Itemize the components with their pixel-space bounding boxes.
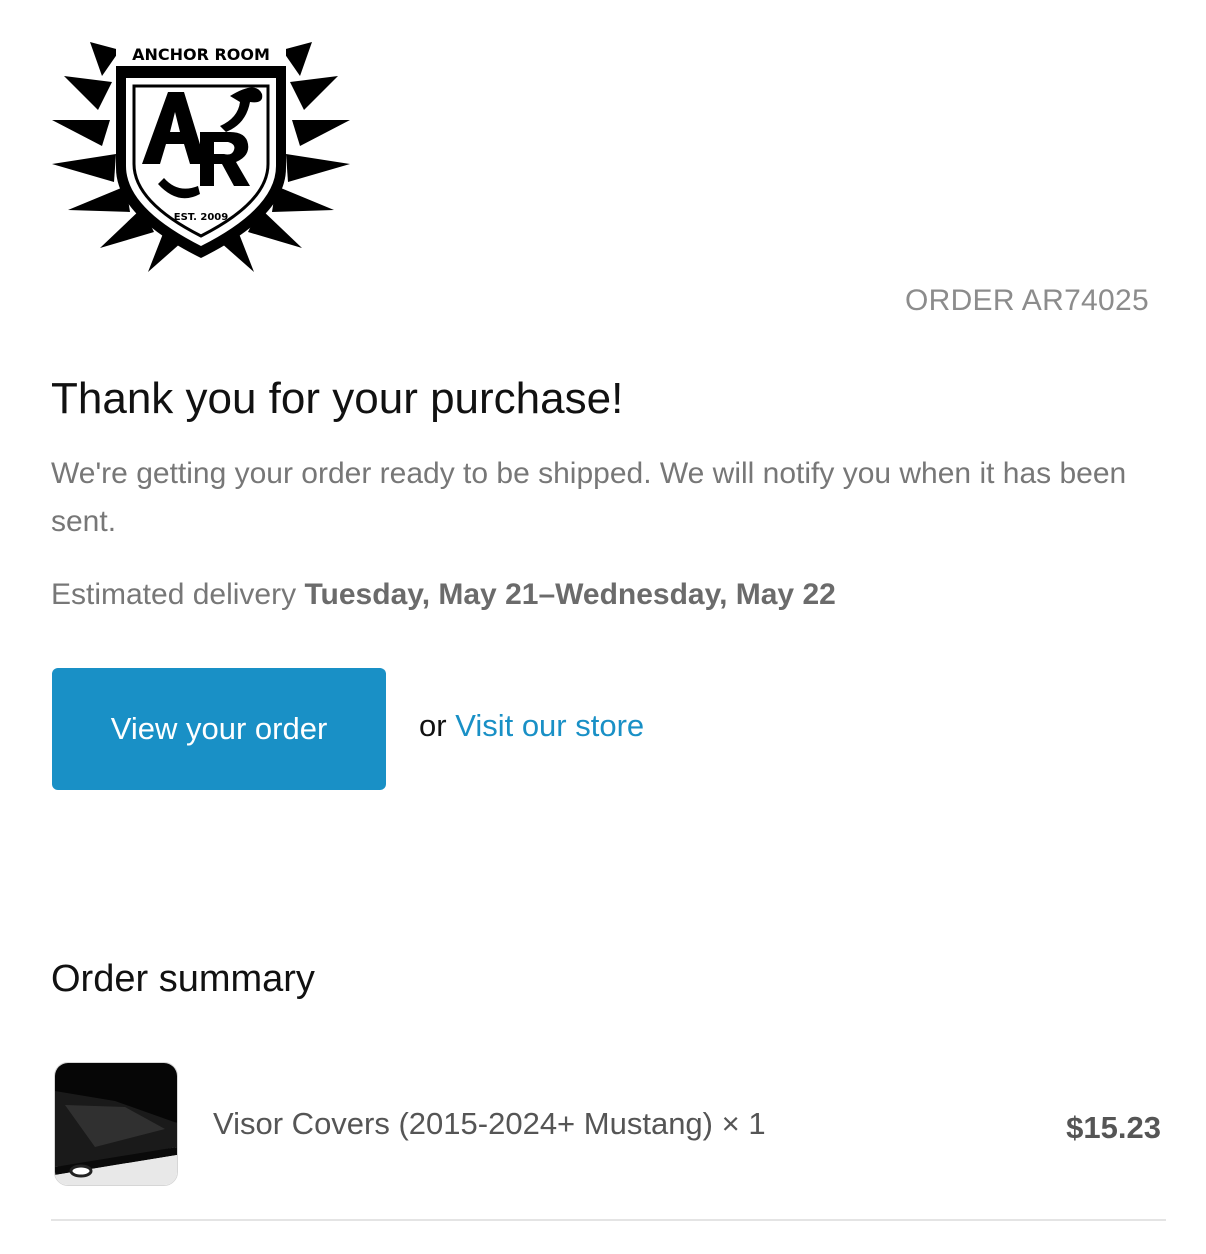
confirmation-message: We're getting your order ready to be shi… xyxy=(51,457,1127,538)
summary-divider xyxy=(51,1219,1166,1221)
order-number: ORDER AR74025 xyxy=(904,284,1149,317)
logo-text: ANCHOR ROOM xyxy=(132,45,270,64)
logo-est: EST. 2009 xyxy=(174,212,228,223)
order-summary-title: Order summary xyxy=(51,958,315,1000)
or-text: or xyxy=(419,708,447,743)
page-title: Thank you for your purchase! xyxy=(51,374,624,423)
estimated-delivery: Estimated delivery Tuesday, May 21–Wedne… xyxy=(51,578,836,612)
product-thumbnail xyxy=(54,1062,178,1186)
delivery-date-range: Tuesday, May 21–Wednesday, May 22 xyxy=(304,578,836,611)
anchor-room-logo: ANCHOR ROOM EST. 2009 xyxy=(50,36,352,280)
logo-emblem: ANCHOR ROOM EST. 2009 xyxy=(52,40,350,272)
view-order-button[interactable]: View your order xyxy=(52,668,386,790)
delivery-label: Estimated delivery xyxy=(51,578,297,611)
item-name: Visor Covers (2015-2024+ Mustang) × 1 xyxy=(213,1106,766,1141)
store-link-row: or Visit our store xyxy=(419,708,644,744)
visor-cover-image xyxy=(55,1063,177,1185)
item-price: $15.23 xyxy=(1066,1110,1161,1145)
visit-store-link[interactable]: Visit our store xyxy=(455,708,644,743)
